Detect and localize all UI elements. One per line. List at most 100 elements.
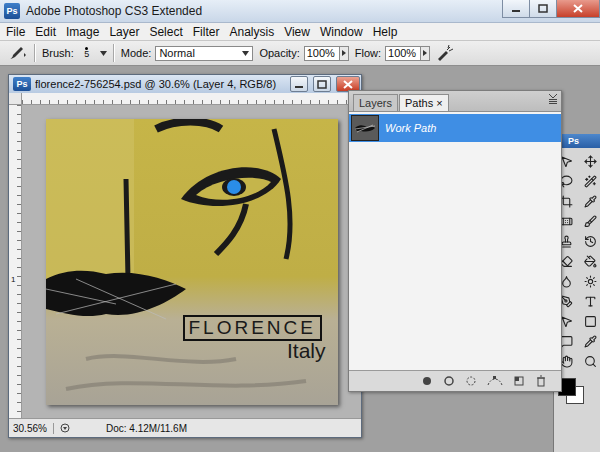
mode-group: Mode:Normal	[121, 46, 254, 61]
minimize-button[interactable]	[502, 0, 530, 18]
canvas-subtitle: Italy	[287, 340, 326, 362]
path-list: Work Path	[349, 112, 561, 370]
tool-icon	[584, 275, 597, 288]
menu-item[interactable]: Analysis	[229, 25, 274, 39]
brush-label: Brush:	[42, 47, 74, 59]
tool-button[interactable]	[580, 312, 600, 330]
tool-button[interactable]	[580, 212, 600, 230]
menu-item[interactable]: Layer	[109, 25, 139, 39]
menu-item[interactable]: Image	[66, 25, 99, 39]
opacity-field[interactable]: 100%	[304, 46, 340, 61]
status-menu-icon[interactable]	[60, 423, 70, 433]
photoshop-window: Ps Adobe Photoshop CS3 ExtendedFile Edit Im…	[0, 0, 600, 452]
document-status-bar: 30.56% Doc: 4.12M/11.6M	[9, 418, 361, 437]
document-icon: Ps	[13, 77, 31, 91]
panel-tabs: LayersPaths×	[349, 91, 561, 112]
document-size: Doc: 4.12M/11.6M	[76, 423, 187, 434]
dropdown-arrow-icon[interactable]	[100, 51, 107, 56]
tool-button[interactable]	[580, 192, 600, 210]
opacity-label: Opacity:	[259, 47, 299, 59]
trash-icon[interactable]	[535, 375, 547, 387]
graffiti-art-icon	[46, 119, 338, 405]
flow-label: Flow:	[355, 47, 381, 59]
panel-tab[interactable]: Layers	[353, 94, 398, 111]
close-icon	[343, 80, 353, 89]
document-title-bar[interactable]: Ps florence2-756254.psd @ 30.6% (Layer 4,…	[9, 75, 361, 93]
brush-size: 5	[84, 50, 89, 59]
airbrush-icon[interactable]	[436, 45, 454, 61]
top-ruler[interactable]	[22, 93, 361, 105]
stroke-path-icon[interactable]	[443, 375, 455, 387]
canvas-title: FLORENCE	[183, 315, 322, 341]
options-bar: Brush: 5 Mode:Normal Opacity: 100% Flow: 100%	[0, 40, 600, 66]
tab-close-button[interactable]: ×	[436, 97, 442, 109]
canvas-area: FLORENCEItaly	[22, 105, 361, 418]
tool-icon	[584, 215, 597, 228]
fill-path-icon[interactable]	[421, 375, 433, 387]
path-thumbnail	[351, 115, 379, 141]
paths-panel: LayersPaths× Work Path	[348, 90, 562, 392]
document-title: florence2-756254.psd @ 30.6% (Layer 4, R…	[35, 78, 286, 90]
tool-button[interactable]	[580, 232, 600, 250]
menu-item[interactable]: Window	[320, 25, 363, 39]
brush-tool-icon[interactable]	[6, 44, 28, 62]
new-path-icon[interactable]	[513, 375, 525, 387]
path-name: Work Path	[385, 122, 436, 134]
minimize-icon	[511, 4, 521, 13]
title-bar: Ps Adobe Photoshop CS3 Extended	[0, 0, 600, 23]
tool-icon	[584, 255, 597, 268]
workspace: Ps florence2-756254.psd @ 30.6% (Layer 4,…	[0, 66, 600, 452]
menu-item[interactable]: Select	[149, 25, 182, 39]
tool-icon	[584, 355, 597, 368]
window-title: Adobe Photoshop CS3 Extended	[26, 4, 497, 18]
menu-item[interactable]: Help	[373, 25, 398, 39]
maximize-button[interactable]	[529, 0, 557, 18]
canvas[interactable]: FLORENCEItaly	[46, 119, 338, 405]
close-button[interactable]	[556, 0, 600, 18]
ruler-row	[9, 93, 361, 105]
menu-item[interactable]: Edit	[35, 25, 56, 39]
load-selection-icon[interactable]	[465, 375, 477, 387]
app-logo: Ps	[4, 3, 20, 19]
opacity-group: Opacity: 100%	[259, 46, 348, 61]
arrow-right-icon	[342, 50, 346, 56]
ruler-corner	[9, 93, 22, 105]
menu-item[interactable]: Filter	[193, 25, 220, 39]
flow-slider-button[interactable]	[420, 46, 430, 61]
tool-button[interactable]	[580, 292, 600, 310]
opacity-slider-button[interactable]	[339, 46, 349, 61]
dropdown-arrow-icon	[242, 51, 249, 56]
separator	[113, 44, 115, 62]
doc-maximize-button[interactable]	[313, 76, 331, 92]
collapse-icon	[549, 94, 557, 98]
close-icon	[573, 4, 583, 13]
brush-preview[interactable]: 5	[80, 47, 94, 59]
tool-icon	[584, 155, 597, 168]
flow-field[interactable]: 100%	[385, 46, 421, 61]
doc-minimize-button[interactable]	[290, 76, 308, 92]
document-body: 1FLORENCEItaly	[9, 105, 361, 418]
path-row[interactable]: Work Path	[349, 114, 561, 142]
tool-icon	[584, 295, 597, 308]
menu-item[interactable]: File	[6, 25, 25, 39]
menu-bar: File Edit Image Layer Select Filter Analysis Vi…	[0, 23, 600, 40]
zoom-field[interactable]: 30.56%	[13, 423, 54, 434]
maximize-icon	[538, 4, 548, 13]
tool-icon	[584, 235, 597, 248]
minimize-icon	[294, 80, 304, 89]
tool-button[interactable]	[580, 172, 600, 190]
tool-button[interactable]	[580, 272, 600, 290]
mode-select[interactable]: Normal	[155, 46, 253, 61]
document-window: Ps florence2-756254.psd @ 30.6% (Layer 4,…	[8, 74, 362, 438]
tool-button[interactable]	[580, 352, 600, 370]
tool-button[interactable]	[580, 252, 600, 270]
tool-button[interactable]	[580, 332, 600, 350]
panel-menu-button[interactable]	[549, 94, 557, 104]
tool-icon	[584, 315, 597, 328]
tool-button[interactable]	[580, 152, 600, 170]
left-ruler[interactable]: 1	[9, 105, 22, 418]
maximize-icon	[317, 80, 327, 89]
menu-item[interactable]: View	[284, 25, 310, 39]
panel-tab[interactable]: Paths×	[399, 94, 449, 111]
make-work-path-icon[interactable]	[487, 375, 503, 387]
